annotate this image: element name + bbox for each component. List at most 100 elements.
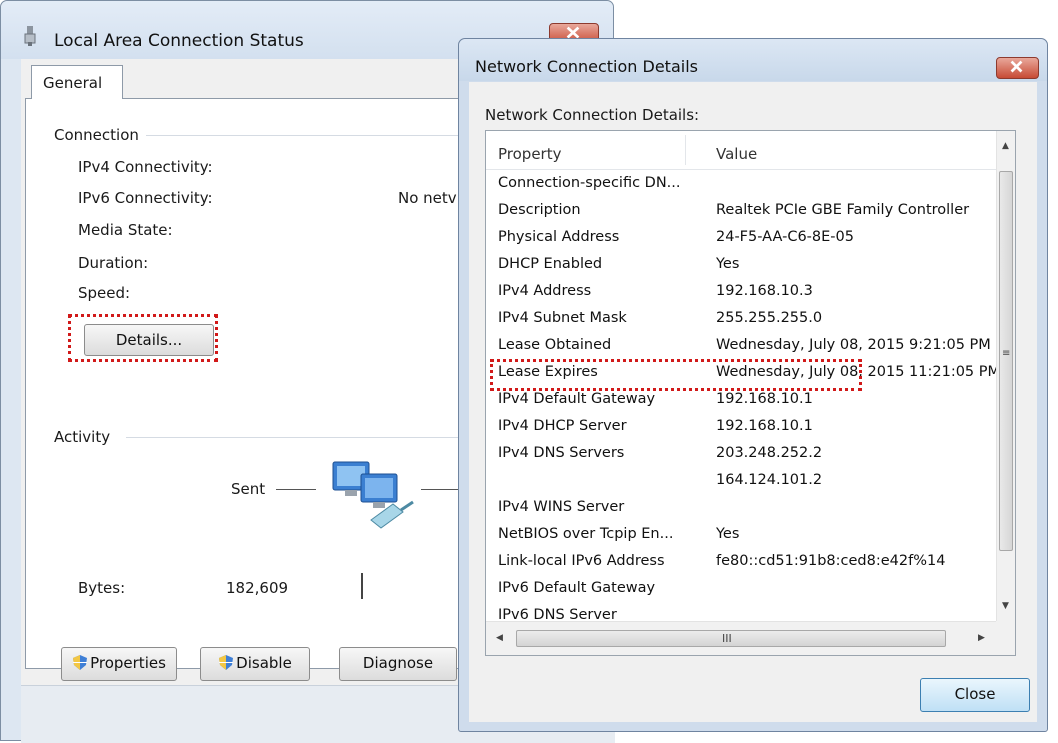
row-property: NetBIOS over Tcpip En... — [498, 526, 674, 542]
details-window-close-x-button[interactable] — [996, 57, 1039, 79]
scroll-down-arrow-icon[interactable]: ▼ — [1002, 601, 1009, 611]
diagnose-button[interactable]: Diagnose — [339, 647, 457, 681]
media-state-label: Media State: — [78, 221, 173, 239]
row-property: Lease Expires — [498, 364, 598, 380]
table-row[interactable]: IPv6 Default Gateway — [486, 576, 996, 603]
row-property: Link-local IPv6 Address — [498, 553, 665, 569]
tab-general-label: General — [43, 74, 103, 92]
properties-button[interactable]: Properties — [61, 647, 177, 681]
table-row[interactable]: 164.124.101.2 — [486, 468, 996, 495]
horizontal-scrollbar[interactable]: ◀ III ▶ — [486, 621, 996, 655]
network-computers-icon — [332, 461, 414, 529]
row-value: 192.168.10.1 — [716, 418, 813, 434]
row-property: IPv4 Default Gateway — [498, 391, 656, 407]
vertical-scrollbar[interactable]: ▲ ≡ ▼ — [996, 131, 1015, 621]
table-row[interactable]: Description Realtek PCIe GBE Family Cont… — [486, 198, 996, 225]
row-property: DHCP Enabled — [498, 256, 603, 272]
disable-button-label: Disable — [236, 654, 292, 672]
row-value: Realtek PCIe GBE Family Controller — [716, 202, 970, 218]
row-value: 192.168.10.1 — [716, 391, 813, 407]
row-property: Physical Address — [498, 229, 620, 245]
table-row[interactable]: IPv4 Default Gateway 192.168.10.1 — [486, 387, 996, 414]
table-row[interactable]: Lease Expires Wednesday, July 08, 2015 1… — [486, 360, 996, 387]
table-row[interactable]: Connection-specific DN... — [486, 171, 996, 198]
details-list-view[interactable]: Property Value Connection-specific DN...… — [485, 130, 1016, 656]
scroll-up-arrow-icon[interactable]: ▲ — [1002, 141, 1009, 151]
scroll-right-arrow-icon[interactable]: ▶ — [978, 633, 985, 643]
details-button-label: Details... — [115, 331, 183, 349]
table-row[interactable]: IPv4 DHCP Server 192.168.10.1 — [486, 414, 996, 441]
list-rows: Connection-specific DN... Description Re… — [486, 171, 996, 621]
diagnose-button-label: Diagnose — [362, 654, 434, 672]
row-property: IPv4 DHCP Server — [498, 418, 627, 434]
row-property: Lease Obtained — [498, 337, 612, 353]
table-row[interactable]: Lease Obtained Wednesday, July 08, 2015 … — [486, 333, 996, 360]
sent-label: Sent — [231, 480, 266, 498]
activity-group-label: Activity — [54, 428, 117, 446]
column-separator[interactable] — [685, 135, 686, 165]
details-window-body: Network Connection Details: Property Val… — [469, 82, 1037, 722]
status-window-title: Local Area Connection Status — [54, 31, 304, 51]
properties-button-label: Properties — [90, 654, 166, 672]
grip-icon: ≡ — [1002, 348, 1011, 359]
table-row[interactable]: IPv4 WINS Server — [486, 495, 996, 522]
row-value: 203.248.252.2 — [716, 445, 823, 461]
close-button[interactable]: Close — [920, 678, 1030, 712]
row-property: IPv6 Default Gateway — [498, 580, 656, 596]
row-value: Yes — [716, 526, 740, 542]
table-row[interactable]: IPv4 DNS Servers 203.248.252.2 — [486, 441, 996, 468]
scroll-left-arrow-icon[interactable]: ◀ — [496, 633, 503, 643]
received-connector-line — [421, 489, 461, 490]
horizontal-scroll-thumb[interactable]: III — [516, 630, 946, 647]
row-value: 24-F5-AA-C6-8E-05 — [716, 229, 854, 245]
tab-general[interactable]: General — [31, 65, 123, 99]
row-value: fe80::cd51:91b8:ced8:e42f%14 — [716, 553, 946, 569]
bytes-divider — [361, 573, 363, 599]
ipv6-connectivity-value: No netv — [398, 189, 457, 207]
row-value: 164.124.101.2 — [716, 472, 823, 488]
table-row[interactable]: NetBIOS over Tcpip En... Yes — [486, 522, 996, 549]
row-property: IPv6 DNS Server — [498, 607, 617, 621]
row-value: 192.168.10.3 — [716, 283, 813, 299]
row-property: IPv4 Subnet Mask — [498, 310, 627, 326]
column-header-value[interactable]: Value — [716, 145, 757, 163]
row-property: Description — [498, 202, 581, 218]
network-connection-details-window: Network Connection Details Network Conne… — [458, 38, 1048, 732]
speed-label: Speed: — [78, 284, 131, 302]
table-row[interactable]: Link-local IPv6 Address fe80::cd51:91b8:… — [486, 549, 996, 576]
sent-connector-line — [276, 489, 316, 490]
column-header-property[interactable]: Property — [498, 145, 561, 163]
ipv4-connectivity-label: IPv4 Connectivity: — [78, 158, 213, 176]
table-row[interactable]: IPv4 Address 192.168.10.3 — [486, 279, 996, 306]
network-adapter-icon — [24, 26, 36, 46]
row-value: Wednesday, July 08, 2015 11:21:05 PM — [716, 364, 996, 380]
row-property: IPv4 WINS Server — [498, 499, 625, 515]
list-header: Property Value — [486, 131, 996, 170]
row-property: IPv4 Address — [498, 283, 592, 299]
table-row[interactable]: IPv6 DNS Server — [486, 603, 996, 621]
bytes-sent-value: 182,609 — [226, 579, 289, 597]
row-property: IPv4 DNS Servers — [498, 445, 625, 461]
uac-shield-icon — [219, 655, 234, 670]
close-icon — [1010, 60, 1023, 73]
disable-button[interactable]: Disable — [200, 647, 310, 681]
details-window-title: Network Connection Details — [475, 57, 698, 76]
duration-label: Duration: — [78, 254, 149, 272]
table-row[interactable]: DHCP Enabled Yes — [486, 252, 996, 279]
grip-icon: III — [722, 632, 732, 645]
details-window-titlebar[interactable]: Network Connection Details — [459, 39, 1047, 81]
uac-shield-icon — [73, 655, 88, 670]
details-button[interactable]: Details... — [84, 324, 214, 356]
ipv6-connectivity-label: IPv6 Connectivity: — [78, 189, 213, 207]
row-value: Wednesday, July 08, 2015 9:21:05 PM — [716, 337, 991, 353]
close-button-label: Close — [954, 685, 996, 703]
table-row[interactable]: IPv4 Subnet Mask 255.255.255.0 — [486, 306, 996, 333]
scroll-corner — [996, 621, 1015, 655]
bytes-label: Bytes: — [78, 579, 126, 597]
connection-group-label: Connection — [54, 126, 145, 144]
vertical-scroll-thumb[interactable]: ≡ — [999, 171, 1013, 551]
table-row[interactable]: Physical Address 24-F5-AA-C6-8E-05 — [486, 225, 996, 252]
row-value: Yes — [716, 256, 740, 272]
row-property: Connection-specific DN... — [498, 175, 681, 191]
row-value: 255.255.255.0 — [716, 310, 823, 326]
